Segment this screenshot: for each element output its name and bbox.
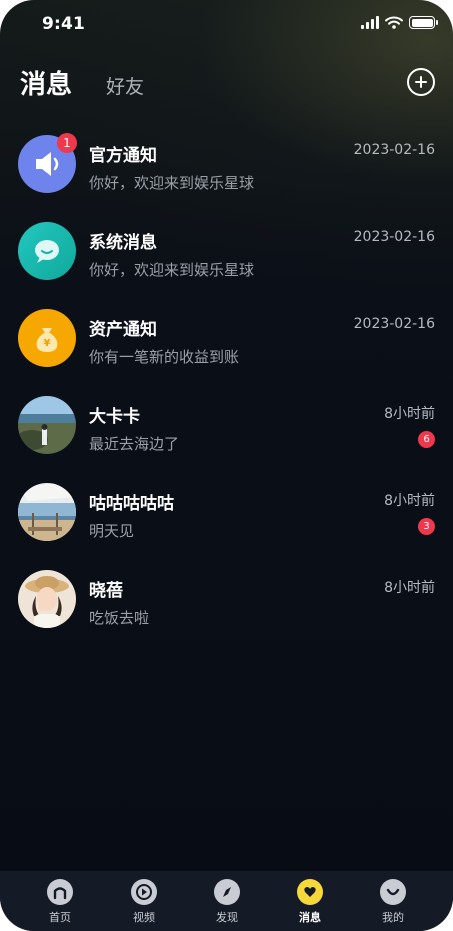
status-time: 9:41 [42, 14, 86, 34]
conversation-name: 系统消息 [89, 233, 157, 253]
bottom-tab-bar: 首页 视频 发现 消息 我的 [0, 871, 453, 931]
signal-icon [361, 16, 379, 29]
conversation-name: 晓蓓 [89, 581, 123, 601]
smile-icon [380, 879, 406, 905]
compass-icon [214, 879, 240, 905]
tab-discover[interactable]: 发现 [197, 879, 257, 925]
chat-bubble-icon [18, 222, 76, 280]
list-item[interactable]: 系统消息 你好，欢迎来到娱乐星球 2023-02-16 [0, 207, 453, 294]
avatar [18, 396, 76, 454]
tab-messages[interactable]: 消息 [20, 64, 72, 101]
conversation-name: 官方通知 [89, 146, 157, 166]
home-icon [47, 879, 73, 905]
avatar [18, 570, 76, 628]
avatar [18, 483, 76, 541]
tab-video[interactable]: 视频 [114, 879, 174, 925]
tab-label: 发现 [216, 911, 238, 924]
tab-label: 消息 [299, 911, 321, 924]
tab-messages-nav[interactable]: 消息 [280, 879, 340, 925]
list-item[interactable]: ¥ 资产通知 你有一笔新的收益到账 2023-02-16 [0, 294, 453, 381]
tab-friends[interactable]: 好友 [106, 72, 144, 99]
conversation-time: 2023-02-16 [353, 316, 435, 332]
unread-badge: 3 [418, 518, 435, 535]
conversation-preview: 你好，欢迎来到娱乐星球 [89, 174, 255, 192]
list-item[interactable]: 晓蓓 吃饭去啦 8小时前 [0, 555, 453, 642]
app-screen: 9:41 消息 好友 1 官方通知 你好，欢迎来到娱乐星球 2023-02-16… [0, 0, 453, 931]
play-icon [131, 879, 157, 905]
list-item[interactable]: 大卡卡 最近去海边了 8小时前 6 [0, 381, 453, 468]
tab-label: 我的 [382, 911, 404, 924]
status-icons [361, 16, 438, 29]
tab-profile[interactable]: 我的 [363, 879, 423, 925]
conversation-time: 8小时前 [384, 406, 435, 422]
conversation-preview: 最近去海边了 [89, 435, 180, 453]
heart-chat-icon [297, 879, 323, 905]
unread-badge: 6 [418, 431, 435, 448]
battery-icon [409, 16, 438, 29]
tab-home[interactable]: 首页 [30, 879, 90, 925]
wifi-icon [385, 16, 403, 29]
status-bar: 9:41 [0, 0, 453, 50]
svg-text:¥: ¥ [44, 338, 51, 349]
conversation-name: 资产通知 [89, 320, 157, 340]
conversation-name: 大卡卡 [89, 407, 140, 427]
conversation-list: 1 官方通知 你好，欢迎来到娱乐星球 2023-02-16 系统消息 你好，欢迎… [0, 120, 453, 642]
conversation-preview: 你好，欢迎来到娱乐星球 [89, 261, 255, 279]
conversation-preview: 你有一笔新的收益到账 [89, 348, 240, 366]
list-item[interactable]: 1 官方通知 你好，欢迎来到娱乐星球 2023-02-16 [0, 120, 453, 207]
tab-label: 视频 [133, 911, 155, 924]
header: 消息 好友 [0, 60, 453, 104]
conversation-preview: 明天见 [89, 522, 135, 540]
conversation-time: 2023-02-16 [353, 142, 435, 158]
conversation-time: 8小时前 [384, 493, 435, 509]
conversation-time: 2023-02-16 [353, 229, 435, 245]
add-icon[interactable] [407, 68, 435, 96]
tab-label: 首页 [49, 911, 71, 924]
unread-badge: 1 [57, 133, 77, 153]
list-item[interactable]: 咕咕咕咕咕 明天见 8小时前 3 [0, 468, 453, 555]
conversation-time: 8小时前 [384, 580, 435, 596]
conversation-name: 咕咕咕咕咕 [89, 494, 174, 514]
conversation-preview: 吃饭去啦 [89, 609, 150, 627]
money-bag-icon: ¥ [18, 309, 76, 367]
